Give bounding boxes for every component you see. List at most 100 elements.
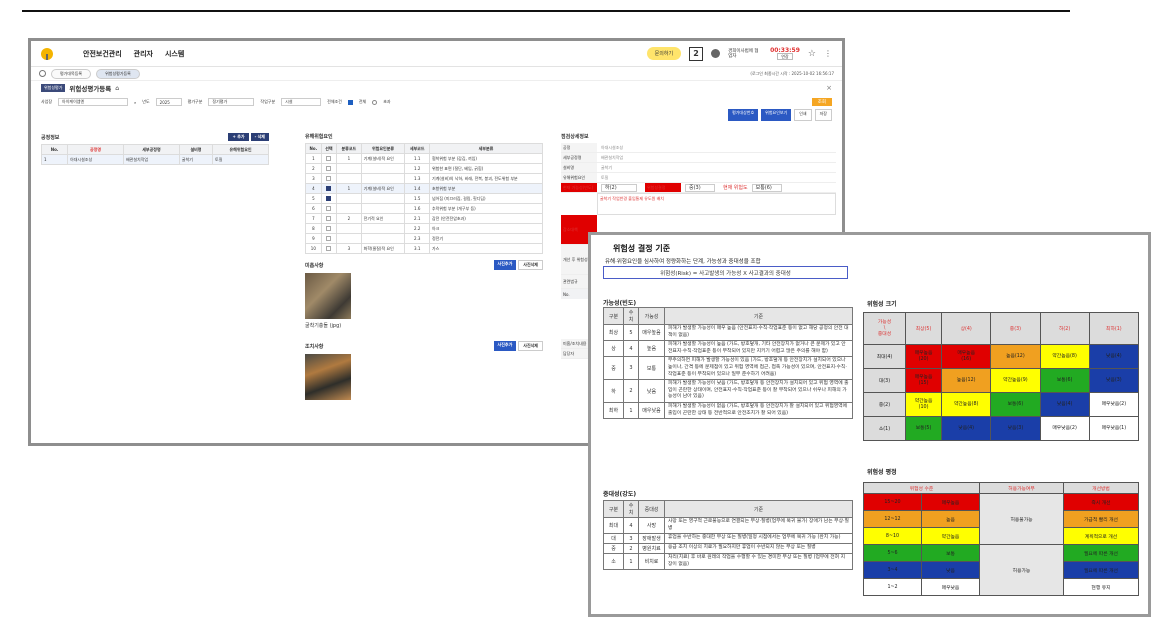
- scope-all-checkbox[interactable]: [347, 99, 353, 105]
- print-button[interactable]: 인쇄: [794, 109, 812, 121]
- criteria-cell: 3: [623, 356, 639, 381]
- likelihood-value: 하(2): [605, 185, 617, 191]
- detail-label: 세부공정명: [561, 153, 597, 162]
- dept-select[interactable]: 시설: [281, 98, 322, 106]
- select-checkbox[interactable]: [326, 235, 332, 241]
- select-checkbox[interactable]: [326, 225, 332, 231]
- nav-admin[interactable]: 관리자: [134, 49, 153, 59]
- col-value: 수치: [623, 500, 639, 518]
- table-row[interactable]: 7 2 전기적 요인 2.1 감전 (안전전압초과): [305, 213, 544, 224]
- cell[interactable]: [320, 243, 338, 254]
- process-title-row: 공정정보 + 추가 - 삭제: [41, 133, 269, 141]
- select-checkbox[interactable]: [326, 185, 332, 191]
- view-hazards-button[interactable]: 위험요인보기: [761, 109, 792, 121]
- cell[interactable]: [320, 223, 338, 234]
- cell[interactable]: 토질: [212, 154, 269, 165]
- reduction-note[interactable]: 굴착기 작업반경 출입통제 유도원 배치: [597, 193, 836, 215]
- cell: 아크: [428, 223, 544, 234]
- home-icon[interactable]: [39, 70, 46, 77]
- cell[interactable]: [320, 183, 338, 194]
- criteria-cell: 피해가 발생할 가능성이 높음 (가드, 방호덮개, 기타 안전장치가 없거나 …: [664, 340, 853, 358]
- likelihood-select[interactable]: 하(2): [601, 183, 637, 192]
- type-value: 정기평가: [212, 99, 228, 104]
- delete-process-button[interactable]: - 삭제: [250, 133, 269, 141]
- select-checkbox[interactable]: [326, 215, 332, 221]
- cell[interactable]: [320, 213, 338, 224]
- select-checkbox[interactable]: [326, 245, 332, 251]
- cell[interactable]: [320, 233, 338, 244]
- table-row[interactable]: 9 2.3 정전기: [305, 233, 544, 244]
- matrix-col-header: 중(3): [990, 312, 1041, 345]
- site-select[interactable]: 아이케이엠엔: [58, 98, 129, 106]
- cell[interactable]: [320, 153, 338, 164]
- year-select[interactable]: 2025: [155, 98, 182, 106]
- nav-system[interactable]: 시스템: [165, 49, 184, 59]
- matrix-cell: 낮음(3): [1088, 368, 1140, 393]
- evaluation-row: 5~6 보통 허용가능 필요에 따른 개선: [863, 544, 1139, 596]
- col-criteria: 기준: [664, 307, 853, 325]
- more-icon[interactable]: ⋮: [824, 49, 832, 58]
- select-checkbox[interactable]: [326, 155, 332, 161]
- notification-count[interactable]: 2: [689, 46, 704, 61]
- select-checkbox[interactable]: [326, 165, 332, 171]
- select-checkbox[interactable]: [326, 205, 332, 211]
- eval-method: 필요에 따른 개선: [1063, 544, 1139, 562]
- table-row[interactable]: 8 2.2 아크: [305, 223, 544, 234]
- add-measure-photo-button[interactable]: 사진추가: [493, 341, 517, 351]
- action-buttons: 평가대상번호 위험요인보기 인쇄 저장: [31, 109, 842, 121]
- criteria-cell: 비치료: [638, 553, 665, 571]
- table-row[interactable]: 2 1.2 위험한 표면 (절단, 베임, 긁힘): [305, 163, 544, 174]
- search-button[interactable]: 조회: [811, 98, 832, 106]
- table-row[interactable]: 3 1.3 기계(설비)의 낙하, 비래, 전복, 붕괴, 전도위험 부분: [305, 173, 544, 184]
- target-number-button[interactable]: 평가대상번호: [728, 109, 759, 121]
- cell[interactable]: [320, 173, 338, 184]
- select-checkbox[interactable]: [326, 175, 332, 181]
- inquiry-button[interactable]: 문의하기: [646, 47, 682, 60]
- save-button[interactable]: 저장: [814, 109, 832, 121]
- matrix-cell: 낮음(4): [1039, 392, 1090, 417]
- select-checkbox[interactable]: [326, 195, 332, 201]
- add-photo-button[interactable]: 사진추가: [493, 260, 517, 270]
- nav-safety[interactable]: 안전보건관리: [83, 49, 122, 59]
- detail-value: 배관설치작업: [601, 154, 624, 160]
- dept-label: 작업구분: [260, 99, 276, 104]
- eval-method: 즉시 개선: [1063, 493, 1139, 511]
- criteria-cell: 높음: [638, 340, 665, 358]
- improve-photo[interactable]: [305, 273, 351, 319]
- process-title: 공정정보: [41, 134, 60, 141]
- delete-measure-photo-button[interactable]: 사진삭제: [518, 341, 543, 351]
- cell: 1.6: [404, 203, 430, 214]
- cell[interactable]: [320, 163, 338, 174]
- scope-part-radio[interactable]: [372, 99, 378, 105]
- table-row[interactable]: 4 1 기계(설비)적 요인 1.4 초항위험 부분: [305, 183, 544, 194]
- cell[interactable]: [320, 203, 338, 214]
- severity-select[interactable]: 중(3): [685, 183, 715, 192]
- improve-actions: 사진추가 사진삭제: [493, 260, 543, 270]
- close-icon[interactable]: ×: [826, 84, 832, 92]
- add-process-button[interactable]: + 추가: [228, 133, 249, 141]
- criteria-cell: 휴업을 수반하는 중대한 부상 또는 질병(일정 시점에서는 업무에 복귀 가능…: [664, 533, 853, 545]
- risk-formula: 위험성(Risk) = 사고발생의 가능성 X 사고결과의 중대성: [603, 266, 848, 279]
- tab-target-register[interactable]: 평가대목등록: [51, 68, 92, 79]
- measure-photo[interactable]: [305, 354, 351, 400]
- criteria-row: 중 2 병원치료 응급 조치 이상의 치료가 필요하지만 휴업이 수반되지 않는 부상…: [603, 543, 853, 555]
- table-row[interactable]: 5 1.5 넘어짐 (미끄러짐, 걸림, 헛디딤): [305, 193, 544, 204]
- table-row[interactable]: 1 1 기계(설비)적 요인 1.1 협착위험 부분 (감김, 끼임): [305, 153, 544, 164]
- severity-value: 중(3): [689, 185, 701, 191]
- star-icon[interactable]: ☆: [808, 49, 816, 59]
- cell: [360, 173, 406, 184]
- search-icon[interactable]: ⌕: [134, 100, 136, 105]
- table-row[interactable]: 6 1.6 추락위험 부분 (개구부 등): [305, 203, 544, 214]
- tab-risk-register[interactable]: 위험성평가등록: [96, 68, 140, 79]
- criteria-row: 하 2 낮음 피해가 발생할 가능성이 낮음 (가드, 방호덮개 등 안전장치가 설치…: [603, 379, 853, 403]
- cell[interactable]: [320, 193, 338, 204]
- criteria-cell: 보통: [638, 356, 665, 381]
- extend-button[interactable]: 연장: [777, 53, 793, 60]
- table-row[interactable]: 1 아대시설조성 배관설치작업 굴착기 토질: [40, 154, 269, 165]
- eval-range: 8~10: [863, 527, 922, 545]
- cell: [360, 163, 406, 174]
- delete-photo-button[interactable]: 사진삭제: [518, 260, 543, 270]
- filter-bar: 사업장 아이케이엠엔 ⌕ 년도 2025 평가구분 정기평가 작업구분 시설 전…: [31, 95, 842, 109]
- type-select[interactable]: 정기평가: [208, 98, 255, 106]
- table-row[interactable]: 10 3 화학(물질)적 요인 3.1 가스: [305, 243, 544, 254]
